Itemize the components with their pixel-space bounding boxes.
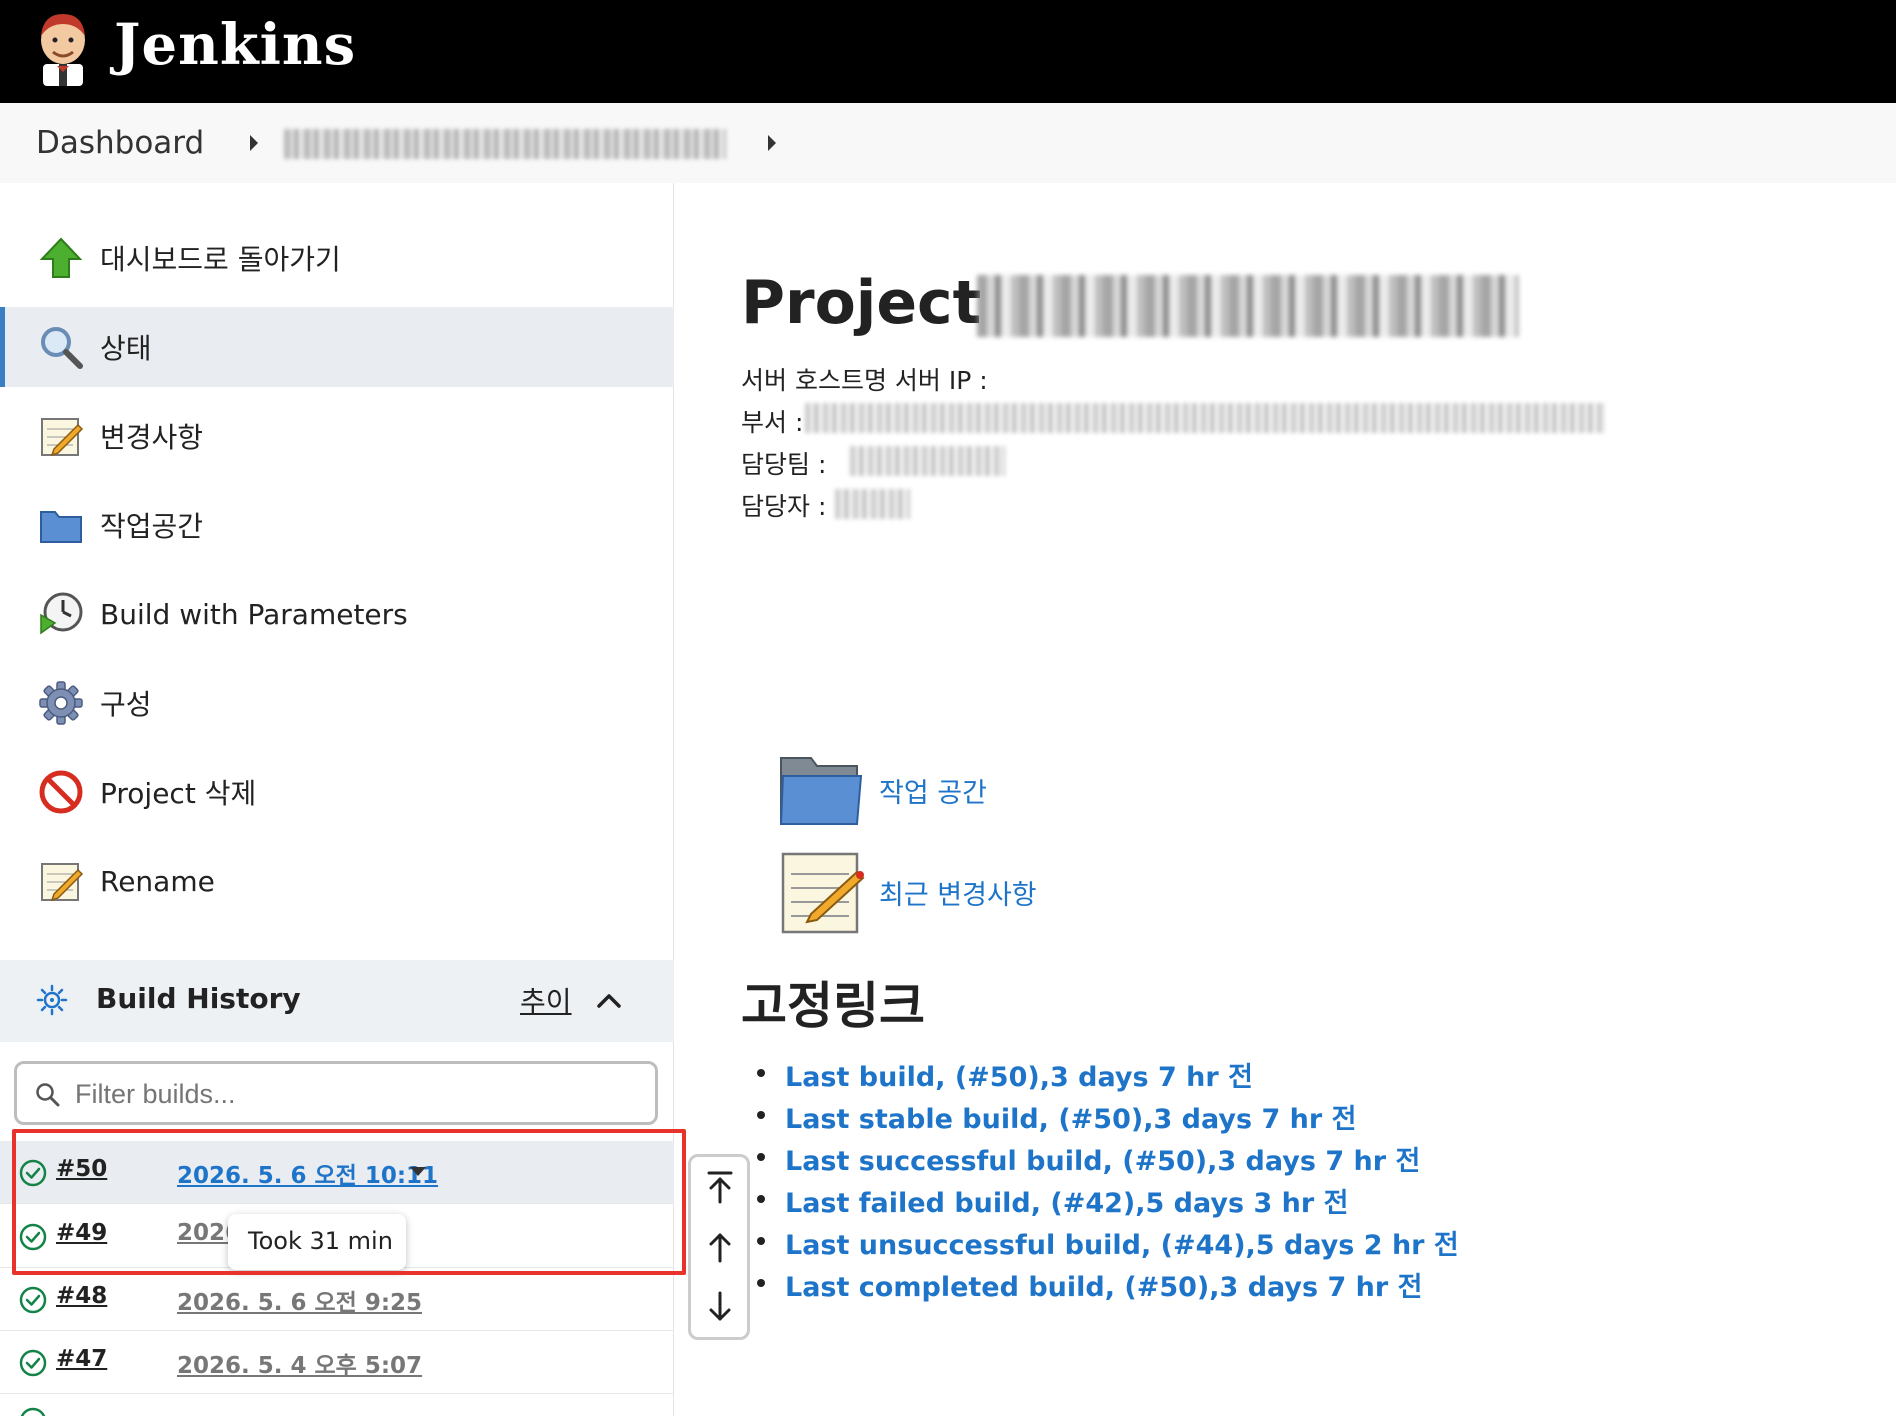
permalink-last-failed-build[interactable]: Last failed build, (#42),5 days 3 hr 전: [757, 1181, 1459, 1223]
recent-changes-link[interactable]: 최근 변경사항: [777, 848, 1037, 936]
sidebar-item-build-with-parameters[interactable]: Build with Parameters: [0, 574, 674, 654]
notepad-icon: [41, 863, 84, 902]
sidebar-item-label: 상태: [100, 332, 152, 365]
success-check-icon: [19, 1159, 47, 1187]
build-number-link[interactable]: #50: [56, 1156, 107, 1182]
sidebar-item-label: 대시보드로 돌아가기: [100, 243, 341, 276]
team-redacted: [850, 446, 1005, 476]
build-row[interactable]: #47 2026. 5. 4 오후 5:07: [0, 1331, 674, 1394]
filter-builds-field[interactable]: [14, 1061, 658, 1125]
jenkins-butler-icon[interactable]: [33, 10, 93, 88]
sidebar-item-configure[interactable]: 구성: [0, 663, 674, 743]
sidebar-item-label: Rename: [100, 864, 215, 898]
notepad-icon: [41, 418, 84, 457]
up-arrow-icon: [39, 237, 83, 278]
filter-builds-input[interactable]: [75, 1074, 635, 1114]
build-row[interactable]: #50 2026. 5. 6 오전 10:11: [0, 1141, 674, 1204]
app-title[interactable]: Jenkins: [114, 12, 356, 78]
sidebar-item-label: 구성: [100, 688, 152, 721]
success-check-icon: [19, 1223, 47, 1251]
main-panel: Project 서버 호스트명 서버 IP : 부서 : 담당팀 : 담당자 :…: [675, 183, 1896, 1416]
success-check-icon: [19, 1349, 47, 1377]
tooltip-text: Took 31 min: [248, 1227, 393, 1255]
build-row[interactable]: #48 2026. 5. 6 오전 9:25: [0, 1268, 674, 1331]
breadcrumb: Dashboard: [0, 103, 1896, 183]
breadcrumb-project-redacted[interactable]: [284, 129, 726, 159]
build-date-link[interactable]: 2026. 5. 4 오후 5:07: [177, 1346, 422, 1380]
build-number-link[interactable]: #48: [56, 1283, 107, 1309]
build-row-partial[interactable]: [0, 1394, 674, 1416]
sidebar-item-label: Build with Parameters: [100, 597, 408, 631]
folder-icon: [40, 511, 82, 543]
permalinks-list: Last build, (#50),3 days 7 hr 전 Last sta…: [757, 1055, 1459, 1307]
sidebar-item-changes[interactable]: 변경사항: [0, 396, 674, 476]
sidebar-item-rename[interactable]: Rename: [0, 841, 674, 921]
build-number-link[interactable]: #47: [56, 1346, 107, 1372]
sidebar-item-workspace[interactable]: 작업공간: [0, 485, 674, 565]
description-team: 담당팀 :: [741, 450, 827, 479]
gear-icon: [39, 681, 83, 725]
owner-redacted: [835, 489, 910, 519]
workspace-link[interactable]: 작업 공간: [777, 746, 987, 834]
sidebar-item-back-to-dashboard[interactable]: 대시보드로 돌아가기: [0, 218, 674, 298]
sidebar-item-delete-project[interactable]: Project 삭제: [0, 752, 674, 832]
build-date-link[interactable]: 2026. 5. 6 오전 9:25: [177, 1283, 422, 1317]
breadcrumb-dashboard[interactable]: Dashboard: [36, 125, 204, 161]
chevron-up-icon[interactable]: [596, 988, 622, 1014]
success-check-icon: [20, 1407, 46, 1416]
permalink-last-completed-build[interactable]: Last completed build, (#50),3 days 7 hr …: [757, 1265, 1459, 1307]
sidebar-item-label: 변경사항: [100, 421, 204, 454]
build-history-title: Build History: [96, 982, 301, 1015]
description-owner: 담당자 :: [741, 492, 827, 521]
project-name-redacted: [977, 275, 1519, 337]
description-host-line: 서버 호스트명 서버 IP :: [741, 366, 988, 395]
sidebar-item-label: Project 삭제: [100, 777, 257, 810]
breadcrumb-separator-icon[interactable]: [250, 135, 258, 151]
page-title: Project: [741, 268, 982, 338]
permalink-last-successful-build[interactable]: Last successful build, (#50),3 days 7 hr…: [757, 1139, 1459, 1181]
sidebar-item-label: 작업공간: [100, 510, 204, 543]
department-redacted: [805, 403, 1605, 433]
folder-icon: [779, 757, 863, 825]
workspace-link-label[interactable]: 작업 공간: [879, 771, 987, 810]
build-history-header: Build History 추이: [0, 960, 674, 1042]
success-check-icon: [19, 1286, 47, 1314]
build-date-link[interactable]: 2026. 5. 6 오전 10:11: [177, 1156, 438, 1190]
permalinks-heading: 고정링크: [741, 977, 925, 1035]
search-icon: [36, 1083, 60, 1107]
build-history-trend-link[interactable]: 추이: [520, 980, 572, 1020]
clock-play-icon: [40, 592, 83, 635]
recent-changes-link-label[interactable]: 최근 변경사항: [879, 873, 1037, 912]
permalink-last-unsuccessful-build[interactable]: Last unsuccessful build, (#44),5 days 2 …: [757, 1223, 1459, 1265]
permalink-last-stable-build[interactable]: Last stable build, (#50),3 days 7 hr 전: [757, 1097, 1459, 1139]
sidebar-item-status[interactable]: 상태: [0, 307, 674, 387]
top-header: Jenkins: [0, 0, 1896, 103]
build-duration-tooltip: Took 31 min: [228, 1214, 406, 1270]
description-department: 부서 :: [741, 408, 804, 437]
notepad-icon: [781, 852, 865, 934]
build-number-link[interactable]: #49: [56, 1220, 107, 1246]
search-icon: [41, 327, 83, 369]
no-entry-icon: [39, 770, 83, 814]
build-history-icon: [36, 984, 68, 1016]
permalink-last-build[interactable]: Last build, (#50),3 days 7 hr 전: [757, 1055, 1459, 1097]
breadcrumb-separator-icon[interactable]: [768, 135, 776, 151]
build-menu-chevron-down-icon[interactable]: [410, 1167, 426, 1176]
